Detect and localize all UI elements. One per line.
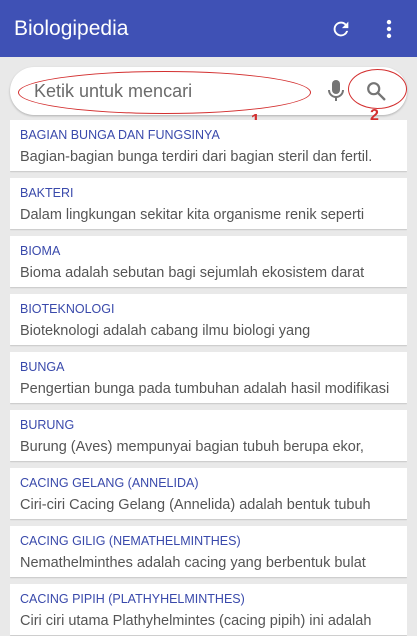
entry-title: BURUNG	[20, 418, 75, 432]
list-item[interactable]: BUNGA Pengertian bunga pada tumbuhan adal…	[10, 352, 407, 403]
refresh-button[interactable]	[321, 9, 361, 49]
entry-title: BAGIAN BUNGA DAN FUNGSINYA	[20, 128, 220, 142]
entry-title: BUNGA	[20, 360, 65, 374]
more-vert-icon	[386, 19, 392, 38]
list-item[interactable]: BIOTEKNOLOGI Bioteknologi adalah cabang i…	[10, 294, 407, 345]
list-item[interactable]: CACING PIPIH (PLATHYHELMINTHES) Ciri ciri…	[10, 584, 407, 635]
search-icon	[367, 82, 386, 101]
app-bar: Biologipedia	[0, 0, 417, 57]
list-item[interactable]: BIOMA Bioma adalah sebutan bagi sejumlah …	[10, 236, 407, 287]
mic-icon	[328, 80, 344, 101]
list-item[interactable]: BAGIAN BUNGA DAN FUNGSINYA Bagian-bagian …	[10, 120, 407, 171]
list-item[interactable]: CACING GELANG (ANNELIDA) Ciri-ciri Cacing…	[10, 468, 407, 519]
entry-description: Bagian-bagian bunga terdiri dari bagian …	[20, 149, 373, 165]
entry-title: CACING GELANG (ANNELIDA)	[20, 476, 199, 490]
search-button[interactable]	[362, 77, 390, 105]
entry-description: Bioma adalah sebutan bagi sejumlah ekosi…	[20, 265, 365, 281]
entry-description: Bioteknologi adalah cabang ilmu biologi …	[20, 323, 311, 339]
search-input[interactable]	[34, 78, 314, 104]
entry-title: BIOTEKNOLOGI	[20, 302, 115, 316]
list-item[interactable]: BAKTERI Dalam lingkungan sekitar kita org…	[10, 178, 407, 229]
app-title: Biologipedia	[14, 16, 129, 40]
entry-title: CACING GILIG (NEMATHELMINTHES)	[20, 534, 241, 548]
entry-title: BAKTERI	[20, 186, 74, 200]
refresh-icon	[333, 21, 349, 36]
entry-description: Ciri-ciri Cacing Gelang (Annelida) adala…	[20, 497, 371, 513]
entry-title: CACING PIPIH (PLATHYHELMINTHES)	[20, 592, 245, 606]
list-item[interactable]: BURUNG Burung (Aves) mempunyai bagian tub…	[10, 410, 407, 461]
overflow-menu-button[interactable]	[369, 9, 409, 49]
entry-description: Ciri ciri utama Plathyhelmintes (cacing …	[20, 613, 372, 629]
list-item[interactable]: CACING GILIG (NEMATHELMINTHES) Nemathelmi…	[10, 526, 407, 577]
voice-search-button[interactable]	[324, 77, 348, 105]
entry-description: Burung (Aves) mempunyai bagian tubuh ber…	[20, 439, 364, 455]
entry-description: Nemathelminthes adalah cacing yang berbe…	[20, 555, 366, 571]
entry-description: Pengertian bunga pada tumbuhan adalah ha…	[20, 381, 390, 397]
entry-title: BIOMA	[20, 244, 61, 258]
entry-description: Dalam lingkungan sekitar kita organisme …	[20, 207, 365, 223]
entry-list[interactable]: BAGIAN BUNGA DAN FUNGSINYA Bagian-bagian …	[10, 120, 407, 636]
search-bar	[10, 67, 407, 115]
